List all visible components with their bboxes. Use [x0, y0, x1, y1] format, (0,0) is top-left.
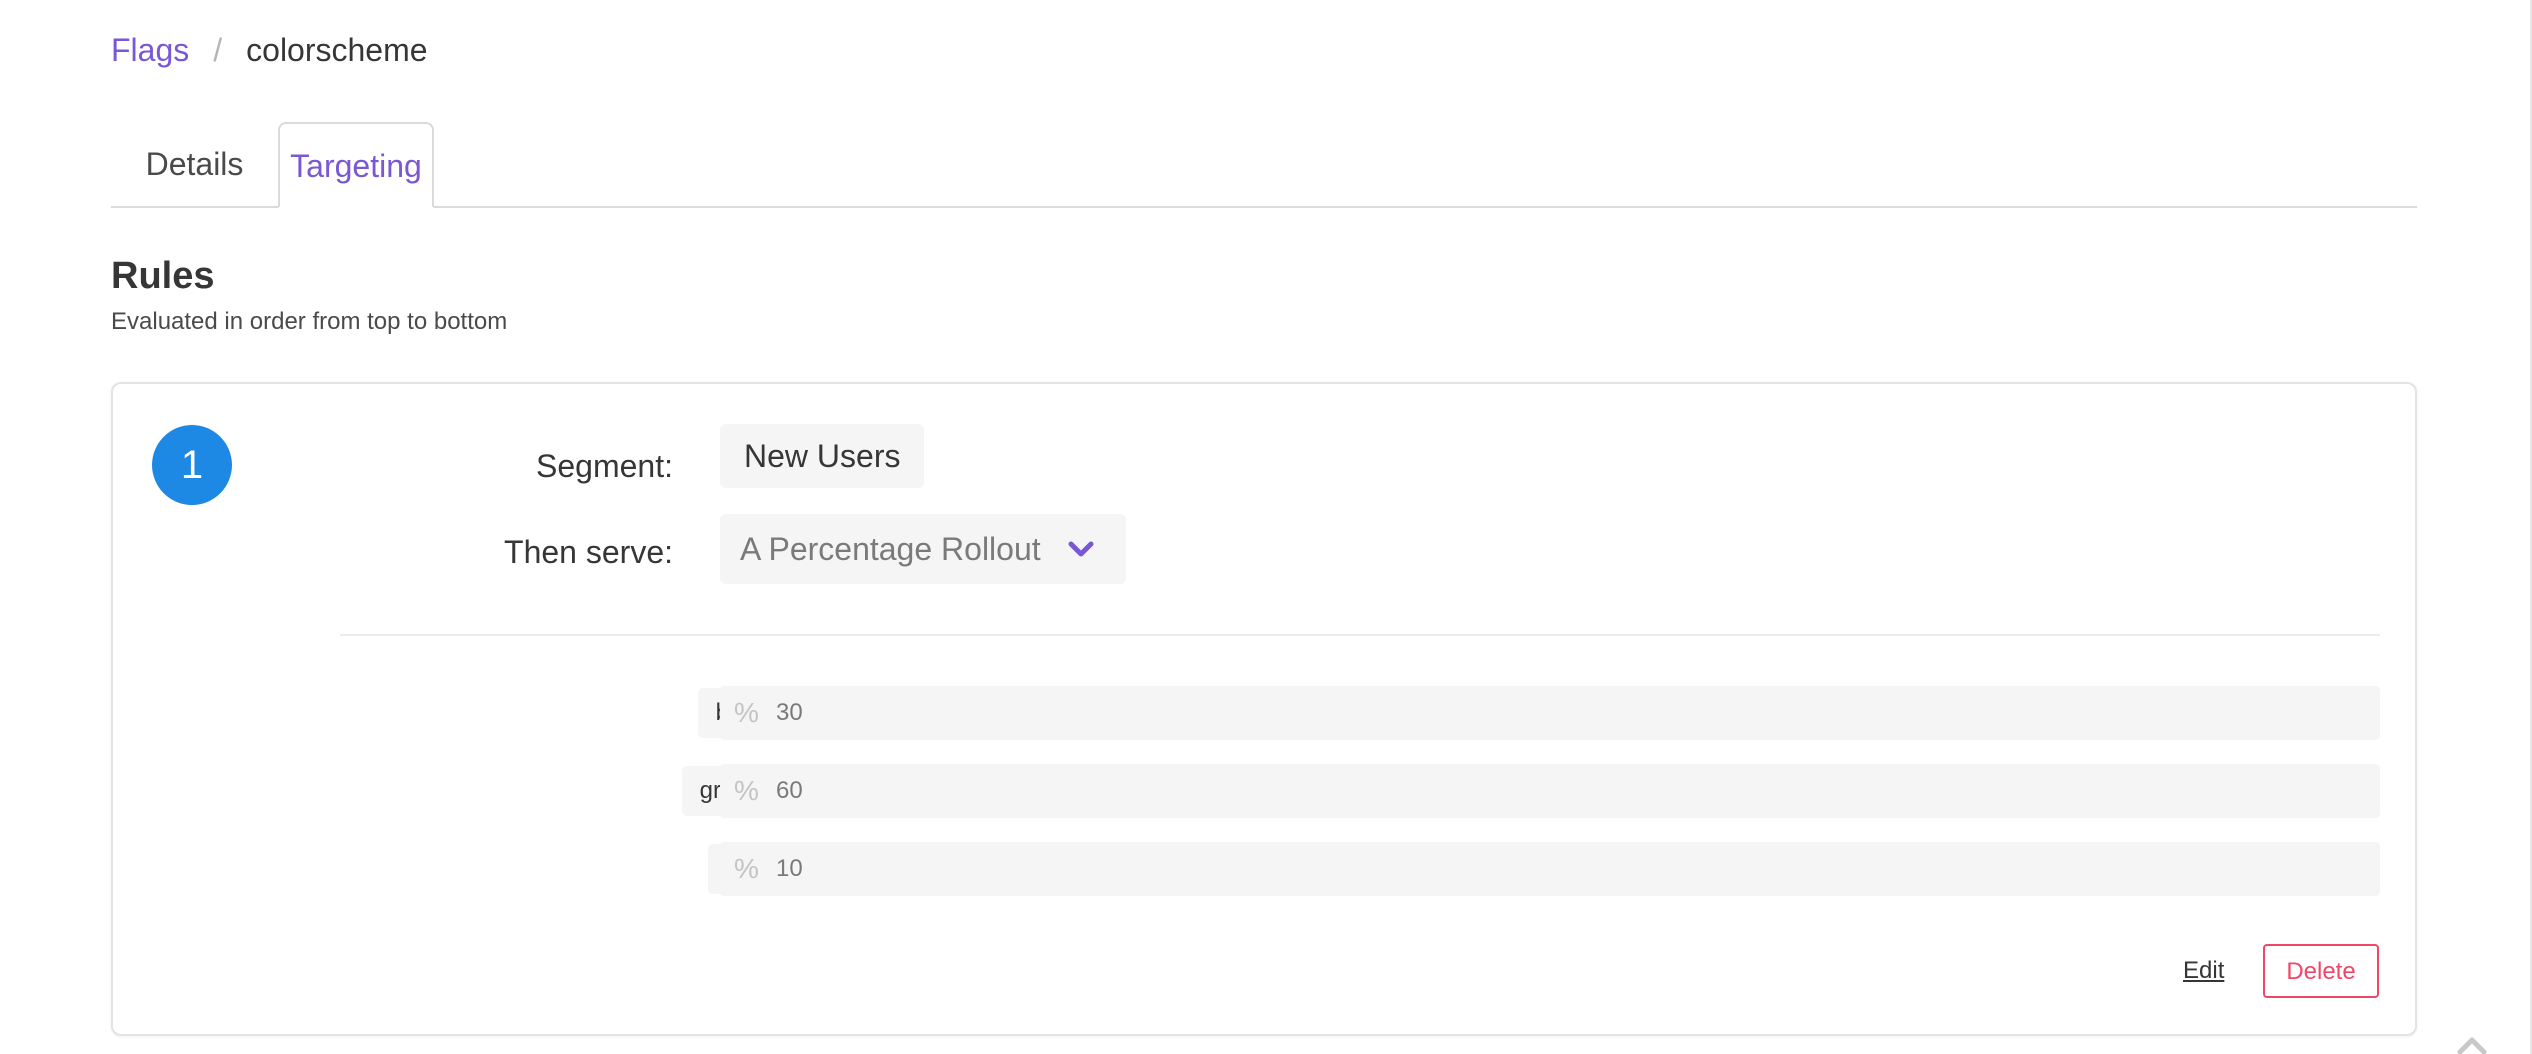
rules-heading: Rules: [111, 255, 215, 297]
percentage-value: 30: [776, 699, 803, 726]
percent-icon: %: [734, 697, 759, 728]
tab-details[interactable]: Details: [111, 122, 278, 206]
then-serve-label: Then serve:: [504, 534, 673, 570]
rule-divider: [340, 634, 2380, 636]
segment-label: Segment:: [536, 448, 673, 484]
rules-subtitle: Evaluated in order from top to bottom: [111, 308, 508, 335]
distribution-row: green % 60: [113, 764, 2413, 818]
percentage-input[interactable]: % 60: [720, 764, 2380, 818]
serve-select-value: A Percentage Rollout: [740, 531, 1041, 567]
percent-icon: %: [734, 775, 759, 806]
chevron-up-icon[interactable]: [2452, 1036, 2492, 1054]
breadcrumb: Flags / colorscheme: [111, 28, 428, 72]
delete-rule-button[interactable]: Delete: [2263, 944, 2379, 998]
percentage-value: 10: [776, 855, 803, 882]
tab-bar: Details Targeting: [111, 122, 2417, 208]
breadcrumb-flags-link[interactable]: Flags: [111, 28, 189, 72]
breadcrumb-separator: /: [213, 32, 223, 68]
distribution-row: blue % 30: [113, 686, 2413, 740]
chevron-down-icon: [1066, 514, 1096, 584]
rule-rank-badge: 1: [152, 425, 232, 505]
breadcrumb-current: colorscheme: [246, 32, 428, 68]
serve-select[interactable]: A Percentage Rollout: [720, 514, 1126, 584]
percentage-value: 60: [776, 777, 803, 804]
percent-icon: %: [734, 853, 759, 884]
segment-tag: New Users: [720, 424, 925, 488]
edit-rule-link[interactable]: Edit: [2183, 954, 2224, 988]
tab-targeting[interactable]: Targeting: [278, 122, 434, 208]
percentage-input[interactable]: % 10: [720, 842, 2380, 896]
distribution-row: red % 10: [113, 842, 2413, 896]
percentage-input[interactable]: % 30: [720, 686, 2380, 740]
rule-card: 1 Segment: New Users Then serve: A Perce…: [111, 382, 2417, 1036]
page: Flags / colorscheme Details Targeting Ru…: [0, 0, 2532, 1054]
